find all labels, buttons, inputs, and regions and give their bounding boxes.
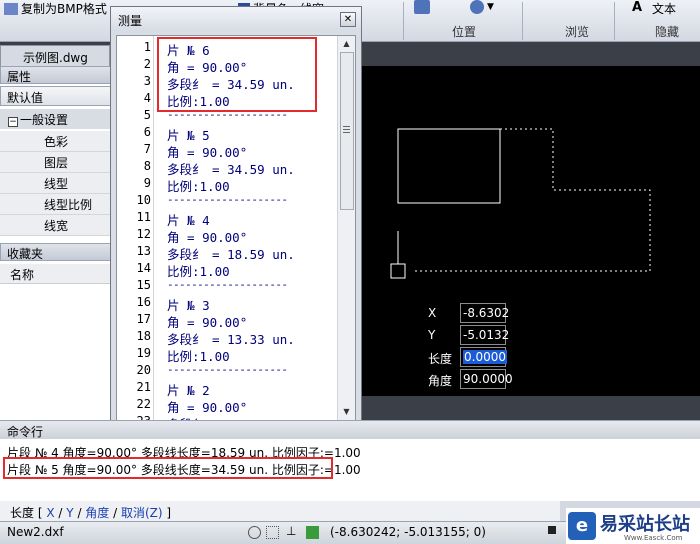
rotate-view-icon[interactable] [414,0,430,14]
polar-tracking-icon[interactable] [306,526,319,539]
ortho-icon[interactable]: ⊥ [286,524,296,538]
ribbon-separator [522,2,523,40]
drawing-canvas[interactable]: X -8.6302 Y -5.0132 长度 0.0000 角度 90.0000 [360,66,700,396]
general-settings-group[interactable]: − 一般设置 [0,109,112,129]
preview-polyline [412,128,651,272]
line-number: 19 [136,346,151,360]
angle-label: 角度 [428,374,453,388]
command-history: 片段 № 4 角度=90.00° 多段线长度=18.59 un. 比例因子:=1… [0,439,700,501]
group-position-label: 位置 [452,25,477,39]
prompt-label: 长度 [10,506,35,520]
properties-title: 属性 [0,66,112,84]
resize-icon [548,526,556,534]
property-lineweight[interactable]: 线宽 [0,215,112,236]
properties-panel: 属性 默认值 − 一般设置 色彩 图层 线型 线型比例 线宽 收藏夹 名称 [0,66,112,420]
cursor-pickbox [390,263,406,279]
watermark-title: 易采站长站 [600,514,690,535]
ribbon-separator [403,2,404,40]
separator-line: -------------------- [167,363,288,376]
property-linetype-scale[interactable]: 线型比例 [0,194,112,215]
line-number: 5 [143,108,151,122]
line-number: 3 [143,74,151,88]
line-number: 4 [143,91,151,105]
coord-x-label: X [428,306,437,320]
drawing-svg [390,128,651,279]
view-dropdown-chevron-icon[interactable]: ▼ [487,2,494,12]
property-layer[interactable]: 图层 [0,152,112,173]
option-x[interactable]: X [46,506,54,520]
close-icon[interactable]: ✕ [340,12,356,27]
vertical-scrollbar[interactable]: ▲ ▼ [337,36,355,420]
scroll-down-icon[interactable]: ▼ [340,405,353,418]
property-linetype[interactable]: 线型 [0,173,112,194]
line-number: 15 [136,278,151,292]
angle-field[interactable]: 90.0000 [460,369,513,389]
grip-icon [343,129,350,130]
coord-y-field[interactable]: -5.0132 [460,325,509,345]
line-number: 2 [143,57,151,71]
dialog-title: 测量 [111,7,361,31]
grip-icon [343,132,350,133]
length-field[interactable]: 0.0000 [460,347,507,367]
defaults-dropdown[interactable]: 默认值 [0,86,112,106]
line-number: 1 [143,40,151,54]
text-tool-icon[interactable]: A [632,0,642,15]
collapse-icon[interactable]: − [8,117,18,127]
copy-icon [4,3,18,15]
line-number: 11 [136,210,151,224]
line-number: 21 [136,380,151,394]
favorites-title: 收藏夹 [0,243,112,261]
line-number: 8 [143,159,151,173]
logo-icon: e [568,512,596,540]
status-coordinates: (-8.630242; -5.013155; 0) [330,525,486,539]
scroll-thumb[interactable] [340,52,354,210]
scroll-up-icon[interactable]: ▲ [340,37,353,50]
group-browse-label: 浏览 [565,25,590,39]
highlight-box [3,457,333,479]
line-number: 10 [136,193,151,207]
option-y[interactable]: Y [66,506,73,520]
coord-x-field[interactable]: -8.6302 [460,303,509,323]
line-number: 7 [143,142,151,156]
measure-dialog: 测量 ✕ 1 2 3 4 5 6 7 8 9 10 11 12 13 14 15… [110,6,362,426]
grip-icon [343,126,350,127]
polyline-rectangle [397,128,501,204]
highlight-box [157,37,317,112]
line-number: 20 [136,363,151,377]
view-sphere-icon[interactable] [470,0,484,14]
grid-icon[interactable] [266,526,279,539]
separator-line: -------------------- [167,193,288,206]
option-cancel[interactable]: 取消(Z) [121,506,163,520]
ribbon-separator [614,2,615,40]
status-file-name: New2.dxf [7,525,64,539]
measure-text-area[interactable]: 1 2 3 4 5 6 7 8 9 10 11 12 13 14 15 16 1… [116,35,356,421]
copy-as-bmp-button[interactable]: 复制为BMP格式 [4,0,108,15]
command-line-title: 命令行 [0,420,700,439]
line-number: 22 [136,397,151,411]
line-number-gutter: 1 2 3 4 5 6 7 8 9 10 11 12 13 14 15 16 1… [117,36,154,420]
line-number: 13 [136,244,151,258]
option-angle[interactable]: 角度 [85,506,109,520]
line-number: 9 [143,176,151,190]
length-field-selection: 0.0000 [463,350,507,364]
property-color[interactable]: 色彩 [0,131,112,152]
line-number: 17 [136,312,151,326]
watermark-logo: e 易采站长站 Www.Easck.Com [566,508,700,544]
group-hide-label: 隐藏 [655,25,680,39]
line-number: 12 [136,227,151,241]
canvas-footer [360,396,700,420]
coord-y-label: Y [428,328,436,342]
line-number: 18 [136,329,151,343]
line-number: 16 [136,295,151,309]
line-number: 14 [136,261,151,275]
document-tab[interactable]: 示例图.dwg [0,45,110,66]
length-label: 长度 [428,352,453,366]
favorites-name-header[interactable]: 名称 [0,264,112,284]
snap-icon[interactable] [248,526,261,539]
separator-line: -------------------- [167,278,288,291]
text-tool-label[interactable]: 文本 [652,0,676,17]
line-number: 6 [143,125,151,139]
watermark-url: Www.Easck.Com [624,534,683,542]
command-prompt[interactable]: 长度 [ X / Y / 角度 / 取消(Z) ] [0,501,560,521]
